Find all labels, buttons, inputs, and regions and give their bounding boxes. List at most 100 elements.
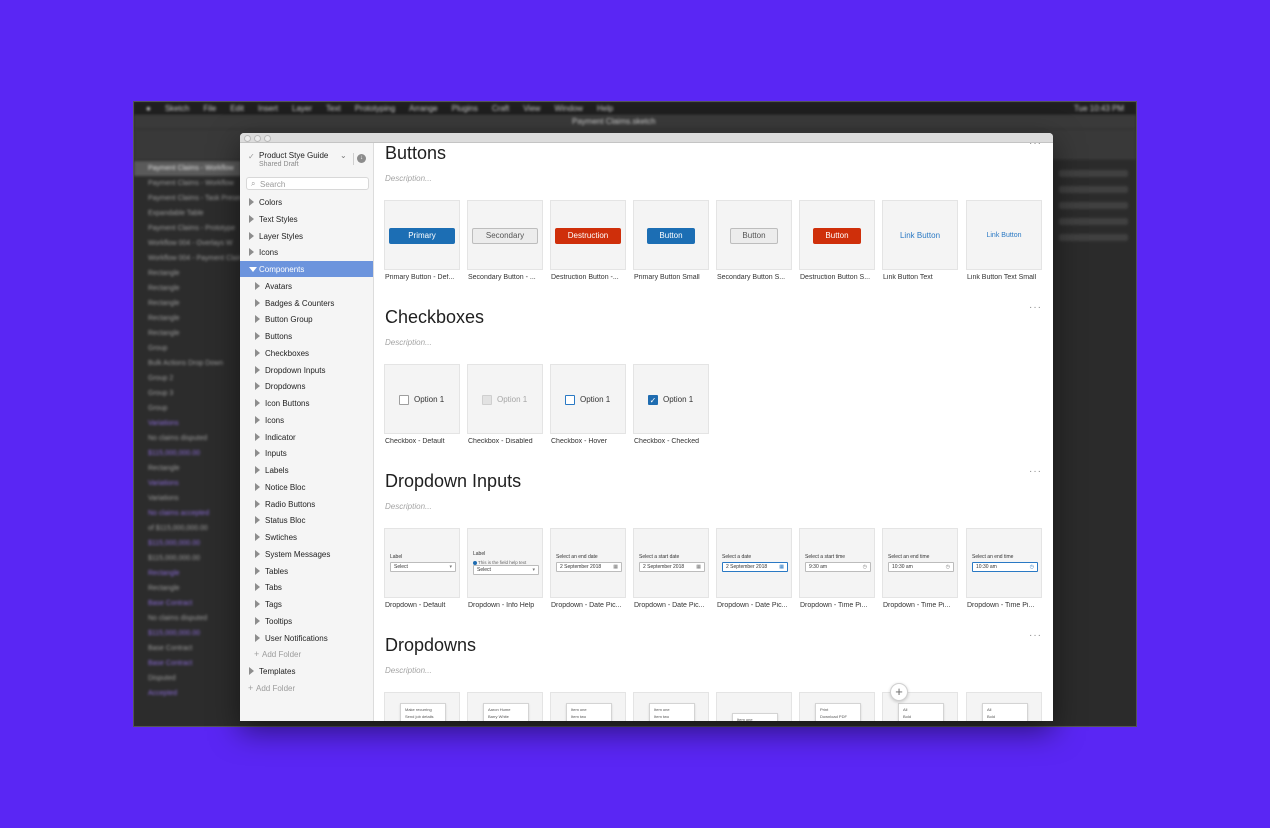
tree-item-folder[interactable]: Icons	[240, 244, 373, 260]
disclosure-closed-icon[interactable]	[255, 633, 260, 642]
section-description[interactable]: Description...	[385, 502, 432, 511]
disclosure-closed-icon[interactable]	[255, 499, 260, 508]
tree-item-subfolder[interactable]: Inputs	[240, 445, 373, 461]
component-thumbnail[interactable]: Link Button	[966, 200, 1042, 270]
tree-item-subfolder[interactable]: Dropdowns	[240, 378, 373, 394]
tree-item-subfolder[interactable]: Status Bloc	[240, 512, 373, 528]
link-button[interactable]: Link Button	[887, 228, 953, 244]
apple-icon[interactable]: ●	[146, 104, 151, 113]
tree-item-subfolder[interactable]: Dropdown Inputs	[240, 362, 373, 378]
add-folder-button[interactable]: + Add Folder	[240, 680, 373, 696]
tree-item-subfolder[interactable]: Tabs	[240, 579, 373, 595]
desktop-layer-item[interactable]: $115,000,000.00	[134, 626, 241, 641]
disclosure-closed-icon[interactable]	[255, 616, 260, 625]
component-thumbnail[interactable]: Item one	[716, 692, 792, 721]
dropdown-field[interactable]: 2 September 2018 ▦	[722, 562, 788, 572]
tree-item-subfolder[interactable]: Checkboxes	[240, 345, 373, 361]
tree-item-subfolder[interactable]: System Messages	[240, 546, 373, 562]
desktop-layer-item[interactable]: Group	[134, 341, 241, 356]
disclosure-closed-icon[interactable]	[255, 549, 260, 558]
component-thumbnail[interactable]: Label Select ▾	[384, 528, 460, 598]
tree-item-components[interactable]: Components	[240, 261, 373, 277]
checkbox-checked[interactable]: ✓	[648, 395, 658, 405]
checkbox-hover[interactable]	[565, 395, 575, 405]
secondary-button[interactable]: Secondary	[472, 228, 538, 244]
desktop-layer-item[interactable]: Rectangle	[134, 461, 241, 476]
component-thumbnail[interactable]: Button	[799, 200, 875, 270]
desktop-menu-item[interactable]: Text	[326, 104, 341, 113]
more-icon[interactable]: ···	[1029, 302, 1042, 313]
tree-item-subfolder[interactable]: Labels	[240, 462, 373, 478]
desktop-layer-item[interactable]: Rectangle	[134, 566, 241, 581]
calendar-icon[interactable]: ▦	[613, 564, 618, 570]
component-thumbnail[interactable]: Primary	[384, 200, 460, 270]
disclosure-closed-icon[interactable]	[255, 449, 260, 458]
tree-item-folder[interactable]: Layer Styles	[240, 228, 373, 244]
section-description[interactable]: Description...	[385, 666, 432, 675]
disclosure-closed-icon[interactable]	[255, 382, 260, 391]
tree-item-folder[interactable]: Colors	[240, 194, 373, 210]
desktop-layer-item[interactable]: Expandable Table	[134, 206, 241, 221]
disclosure-closed-icon[interactable]	[249, 214, 254, 223]
component-thumbnail[interactable]: Destruction	[550, 200, 626, 270]
desktop-layer-item[interactable]: No claims disputed	[134, 611, 241, 626]
tree-item-subfolder[interactable]: Avatars	[240, 278, 373, 294]
disclosure-closed-icon[interactable]	[255, 533, 260, 541]
component-thumbnail[interactable]: Option 1	[550, 364, 626, 434]
tree-item-subfolder[interactable]: User Notifications	[240, 630, 373, 646]
disclosure-closed-icon[interactable]	[255, 415, 260, 424]
desktop-layer-item[interactable]: Bulk Actions Drop Down	[134, 356, 241, 371]
disclosure-closed-icon[interactable]	[255, 583, 260, 592]
component-thumbnail[interactable]: Select a start date 2 September 2018 ▦	[633, 528, 709, 598]
tree-item-subfolder[interactable]: Radio Buttons	[240, 496, 373, 512]
link-small-button[interactable]: Link Button	[980, 228, 1028, 244]
secondary-small-button[interactable]: Button	[730, 228, 778, 244]
chevron-down-icon[interactable]: ▾	[532, 567, 535, 573]
disclosure-closed-icon[interactable]	[255, 600, 260, 608]
desktop-layer-item[interactable]: Workflow 004 - Payment Claim	[134, 251, 241, 266]
desktop-layer-item[interactable]: Rectangle	[134, 296, 241, 311]
desktop-layer-item[interactable]: Payment Claims - Workflow	[134, 161, 241, 176]
section-description[interactable]: Description...	[385, 338, 432, 347]
tree-item-subfolder[interactable]: Buttons	[240, 328, 373, 344]
library-title[interactable]: Product Stye Guide	[259, 151, 328, 160]
tree-item-subfolder[interactable]: Icon Buttons	[240, 395, 373, 411]
component-thumbnail[interactable]: Select a start time 9:30 am ◷	[799, 528, 875, 598]
desktop-layer-item[interactable]: Base Contract	[134, 656, 241, 671]
desktop-layer-item[interactable]: No claims disputed	[134, 431, 241, 446]
component-thumbnail[interactable]: Item one Item two	[633, 692, 709, 721]
component-thumbnail[interactable]: Aaron HumeBarry WhiteLisa Jones	[467, 692, 543, 721]
add-folder-button[interactable]: + Add Folder	[240, 646, 373, 662]
disclosure-closed-icon[interactable]	[255, 566, 260, 575]
disclosure-closed-icon[interactable]	[249, 667, 254, 675]
disclosure-closed-icon[interactable]	[249, 248, 254, 257]
desktop-layer-item[interactable]: Rectangle	[134, 311, 241, 326]
desktop-layer-item[interactable]: Base Contract	[134, 641, 241, 656]
desktop-menu-item[interactable]: Help	[597, 104, 613, 113]
desktop-layer-item[interactable]: Rectangle	[134, 581, 241, 596]
dropdown-field[interactable]: Select ▾	[473, 565, 539, 575]
component-thumbnail[interactable]: Select an end date 2 September 2018 ▦	[550, 528, 626, 598]
component-thumbnail[interactable]: Option 1	[467, 364, 543, 434]
disclosure-closed-icon[interactable]	[255, 516, 260, 525]
desktop-layer-item[interactable]: Workflow 004 - Overlays W	[134, 236, 241, 251]
tree-item-subfolder[interactable]: Tooltips	[240, 613, 373, 629]
desktop-menu-item[interactable]: Layer	[292, 104, 312, 113]
component-thumbnail[interactable]: Option 1	[384, 364, 460, 434]
tree-item-subfolder[interactable]: Swtiches	[240, 529, 373, 545]
dropdown-field[interactable]: Select ▾	[390, 562, 456, 572]
calendar-icon[interactable]: ▦	[779, 564, 784, 570]
dropdown-field[interactable]: 10:30 am ◷	[972, 562, 1038, 572]
desktop-layer-item[interactable]: of $115,000,000.00	[134, 521, 241, 536]
search-box[interactable]: ⌕	[246, 177, 369, 190]
desktop-layer-item[interactable]: Disputed	[134, 671, 241, 686]
component-thumbnail[interactable]: Secondary	[467, 200, 543, 270]
desktop-menu-item[interactable]: Prototyping	[355, 104, 395, 113]
component-thumbnail[interactable]: Label This is the field help text Select ▾	[467, 528, 543, 598]
desktop-menu-item[interactable]: Window	[554, 104, 582, 113]
desktop-layer-item[interactable]: Payment Claims - Workflow	[134, 176, 241, 191]
desktop-layer-item[interactable]: Rectangle	[134, 281, 241, 296]
component-thumbnail[interactable]: Select an end time 10:30 am ◷	[882, 528, 958, 598]
tree-item-subfolder[interactable]: Badges & Counters	[240, 295, 373, 311]
desktop-layer-item[interactable]: Group 3	[134, 386, 241, 401]
